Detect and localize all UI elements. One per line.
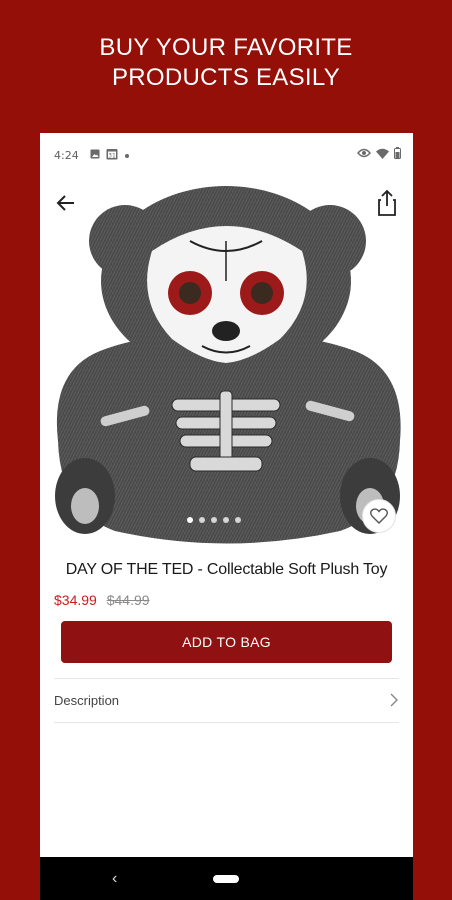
home-pill-icon[interactable] — [213, 875, 239, 883]
description-row[interactable]: Description — [40, 679, 413, 721]
system-nav-bar: ‹ — [40, 857, 413, 900]
calendar-icon: 31 — [106, 148, 118, 163]
arrow-left-icon — [56, 195, 74, 211]
pager-dot[interactable] — [199, 517, 205, 523]
share-button[interactable] — [375, 189, 399, 217]
phone-screen: 4:24 31 DAY OF THE TED - Collectable Sof… — [40, 133, 413, 900]
pager-dot[interactable] — [187, 517, 193, 523]
favorite-button[interactable] — [362, 499, 396, 533]
gallery-icon — [90, 149, 100, 162]
image-pager — [187, 517, 241, 523]
headline-line-2: PRODUCTS EASILY — [111, 64, 341, 91]
status-time: 4:24 — [54, 149, 79, 162]
divider — [54, 722, 399, 723]
original-price: $44.99 — [106, 592, 150, 608]
sale-price: $34.99 — [54, 592, 97, 608]
status-bar: 4:24 31 — [40, 133, 413, 177]
heart-icon — [370, 508, 388, 524]
wifi-icon — [376, 148, 389, 162]
chevron-right-icon — [389, 692, 399, 713]
headline-line-1: BUY YOUR FAVORITE — [99, 34, 353, 61]
promo-headline: BUY YOUR FAVORITE PRODUCTS EASILY — [0, 33, 452, 93]
pager-dot[interactable] — [211, 517, 217, 523]
add-to-bag-button[interactable]: ADD TO BAG — [61, 621, 392, 663]
dot-icon — [124, 149, 130, 162]
description-label: Description — [54, 693, 120, 708]
pager-dot[interactable] — [235, 517, 241, 523]
product-image[interactable] — [40, 181, 413, 553]
pager-dot[interactable] — [223, 517, 229, 523]
nav-back-button[interactable]: ‹ — [112, 870, 117, 888]
svg-text:31: 31 — [108, 152, 116, 159]
product-title: DAY OF THE TED - Collectable Soft Plush … — [65, 561, 388, 578]
back-button[interactable] — [54, 191, 78, 215]
battery-icon — [394, 147, 401, 162]
eye-icon — [357, 148, 371, 161]
share-icon — [378, 189, 396, 216]
product-prices: $34.99 $44.99 — [54, 592, 150, 608]
